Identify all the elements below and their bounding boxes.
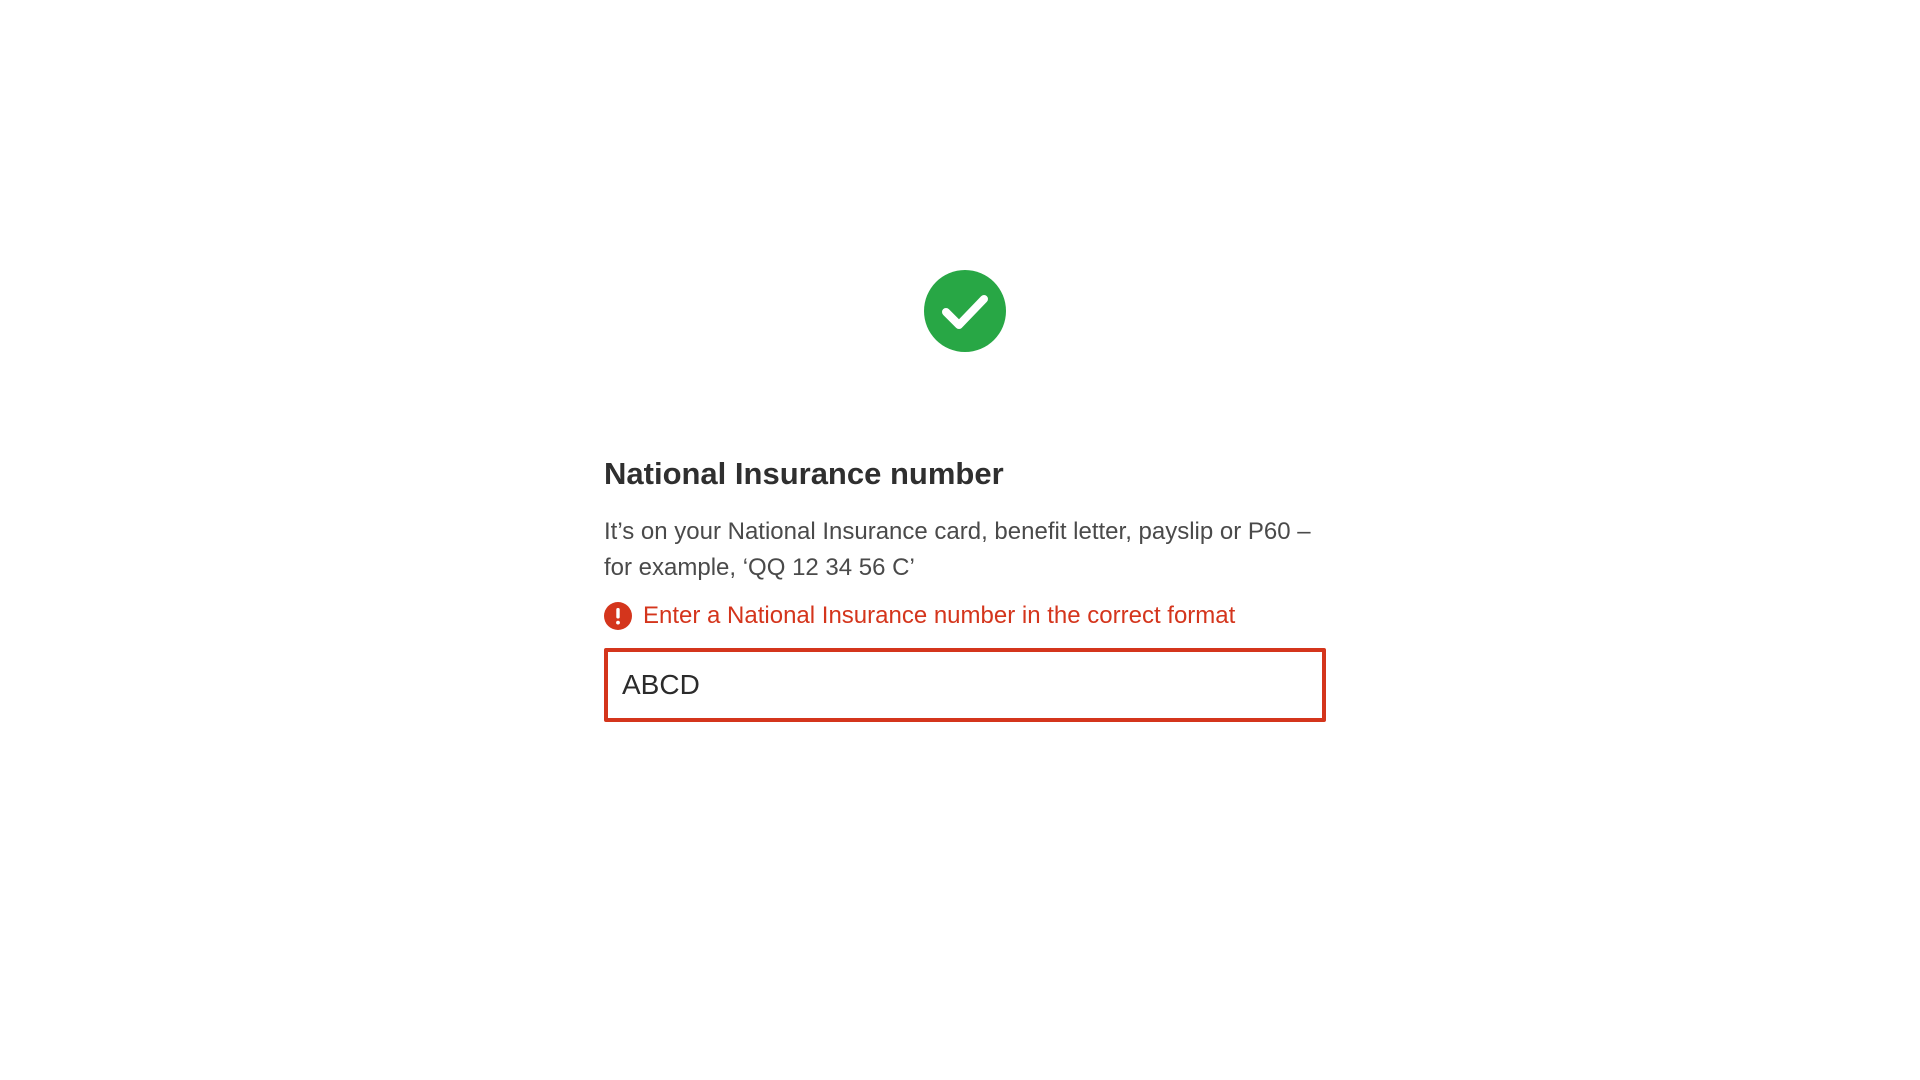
field-hint: It’s on your National Insurance card, be… (604, 518, 1311, 581)
page: National Insurance number It’s on your N… (0, 0, 1920, 1080)
field-label: National Insurance number (604, 456, 1004, 491)
check-circle-icon (924, 270, 1006, 352)
exclamation-circle-icon (604, 602, 632, 630)
error-message: Enter a National Insurance number in the… (604, 598, 1326, 634)
national-insurance-form-group: National Insurance number It’s on your N… (604, 452, 1326, 722)
national-insurance-input[interactable] (604, 648, 1326, 722)
error-message-text: Enter a National Insurance number in the… (643, 602, 1236, 629)
